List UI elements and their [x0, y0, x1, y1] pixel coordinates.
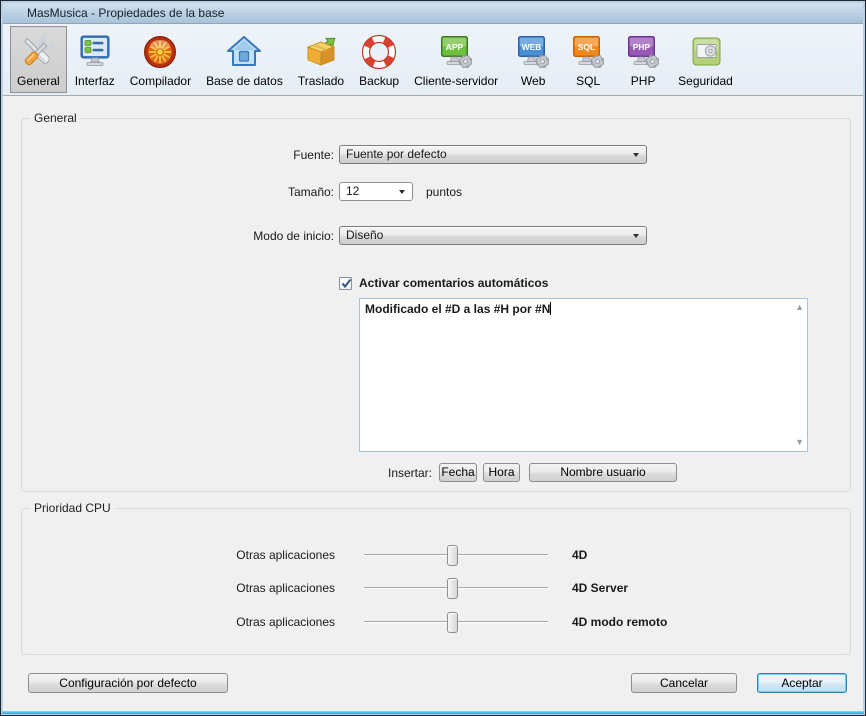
- toolbar-item-label: Traslado: [298, 74, 344, 88]
- compiler-wheel-icon: [140, 32, 180, 72]
- toolbar-item-label: SQL: [576, 74, 600, 88]
- chevron-down-icon: [399, 190, 405, 194]
- startup-mode-dropdown-value: Diseño: [346, 228, 383, 242]
- toolbar-item-label: Cliente-servidor: [414, 74, 498, 88]
- scroll-up-icon[interactable]: [795, 303, 804, 312]
- toolbar-item-label: General: [17, 74, 60, 88]
- titlebar[interactable]: MasMusica - Propiedades de la base: [3, 3, 863, 24]
- startup-mode-label: Modo de inicio:: [22, 229, 334, 243]
- toolbar-item-general[interactable]: General: [10, 26, 67, 93]
- general-groupbox-title: General: [30, 111, 81, 125]
- lifesaver-icon: [359, 32, 399, 72]
- comment-textarea[interactable]: Modificado el #D a las #H por #N: [359, 298, 808, 452]
- svg-text:PHP: PHP: [633, 42, 651, 52]
- svg-text:SQL: SQL: [578, 42, 595, 52]
- insert-label: Insertar:: [22, 466, 432, 480]
- insert-time-button[interactable]: Hora: [483, 463, 520, 482]
- startup-mode-dropdown[interactable]: Diseño: [339, 226, 647, 245]
- toolbar-item-compilador[interactable]: Compilador: [123, 26, 198, 93]
- toolbar-item-seguridad[interactable]: Seguridad: [671, 26, 740, 93]
- font-dropdown-value: Fuente por defecto: [346, 147, 447, 161]
- cpu-priority-groupbox-title: Prioridad CPU: [30, 501, 115, 515]
- comment-text: Modificado el #D a las #H por #N: [365, 302, 550, 316]
- sql-monitor-icon: SQL: [568, 32, 608, 72]
- slider-thumb[interactable]: [447, 545, 458, 566]
- slider-thumb[interactable]: [447, 612, 458, 633]
- size-unit-label: puntos: [426, 185, 462, 199]
- auto-comments-label: Activar comentarios automáticos: [359, 276, 548, 290]
- svg-text:APP: APP: [446, 42, 464, 52]
- toolbar-item-php[interactable]: PHP PHP: [616, 26, 670, 93]
- chevron-down-icon: [633, 234, 639, 238]
- toolbar-item-interfaz[interactable]: Interfaz: [68, 26, 122, 93]
- database-house-icon: [224, 32, 264, 72]
- toolbar-item-label: Compilador: [130, 74, 191, 88]
- scroll-down-icon[interactable]: [795, 438, 804, 447]
- toolbar: General Interfaz: [3, 24, 863, 96]
- toolbar-item-label: Base de datos: [206, 74, 283, 88]
- text-caret: [550, 302, 551, 315]
- toolbar-item-web[interactable]: WEB Web: [506, 26, 560, 93]
- window-bottom-border: [2, 711, 864, 714]
- slider-left-label: Otras aplicaciones: [22, 615, 335, 629]
- auto-comments-checkbox[interactable]: [339, 277, 352, 290]
- svg-text:WEB: WEB: [522, 42, 542, 52]
- web-monitor-icon: WEB: [513, 32, 553, 72]
- font-dropdown[interactable]: Fuente por defecto: [339, 145, 647, 164]
- moving-box-icon: [301, 32, 341, 72]
- toolbar-item-backup[interactable]: Backup: [352, 26, 406, 93]
- toolbar-item-label: Seguridad: [678, 74, 733, 88]
- size-dropdown-value: 12: [346, 184, 359, 198]
- security-disc-icon: [686, 32, 726, 72]
- toolbar-item-traslado[interactable]: Traslado: [291, 26, 351, 93]
- size-label: Tamaño:: [22, 185, 334, 199]
- slider-left-label: Otras aplicaciones: [22, 581, 335, 595]
- toolbar-item-label: Backup: [359, 74, 399, 88]
- insert-username-button[interactable]: Nombre usuario: [529, 463, 677, 482]
- window-title: MasMusica - Propiedades de la base: [27, 6, 224, 20]
- cpu-slider-4d-server[interactable]: [364, 578, 548, 599]
- cancel-button[interactable]: Cancelar: [631, 673, 737, 693]
- font-label: Fuente:: [22, 148, 334, 162]
- interface-monitor-icon: [75, 32, 115, 72]
- toolbar-item-label: Web: [521, 74, 545, 88]
- default-config-button[interactable]: Configuración por defecto: [28, 673, 228, 693]
- cpu-slider-4d[interactable]: [364, 545, 548, 566]
- insert-date-button[interactable]: Fecha: [439, 463, 477, 482]
- size-dropdown[interactable]: 12: [339, 182, 413, 201]
- toolbar-item-base-de-datos[interactable]: Base de datos: [199, 26, 290, 93]
- general-groupbox: General Fuente: Fuente por defecto Tamañ…: [21, 118, 851, 492]
- toolbar-item-label: Interfaz: [75, 74, 115, 88]
- toolbar-item-sql[interactable]: SQL SQL: [561, 26, 615, 93]
- slider-thumb[interactable]: [447, 578, 458, 599]
- cpu-priority-groupbox: Prioridad CPU Otras aplicaciones 4D Otra…: [21, 508, 851, 655]
- properties-dialog-window: MasMusica - Propiedades de la base: [0, 0, 866, 716]
- slider-left-label: Otras aplicaciones: [22, 548, 335, 562]
- slider-right-label: 4D: [572, 548, 587, 562]
- cpu-slider-4d-remote[interactable]: [364, 612, 548, 633]
- php-monitor-icon: PHP: [623, 32, 663, 72]
- tools-icon: [18, 32, 58, 72]
- checkmark-icon: [340, 277, 353, 290]
- chevron-down-icon: [633, 153, 639, 157]
- accept-button[interactable]: Aceptar: [757, 673, 847, 693]
- app-server-monitor-icon: APP: [436, 32, 476, 72]
- slider-right-label: 4D modo remoto: [572, 615, 667, 629]
- slider-right-label: 4D Server: [572, 581, 628, 595]
- dialog-content: General Fuente: Fuente por defecto Tamañ…: [3, 97, 863, 713]
- toolbar-item-cliente-servidor[interactable]: APP Cliente-servidor: [407, 26, 505, 93]
- toolbar-item-label: PHP: [631, 74, 656, 88]
